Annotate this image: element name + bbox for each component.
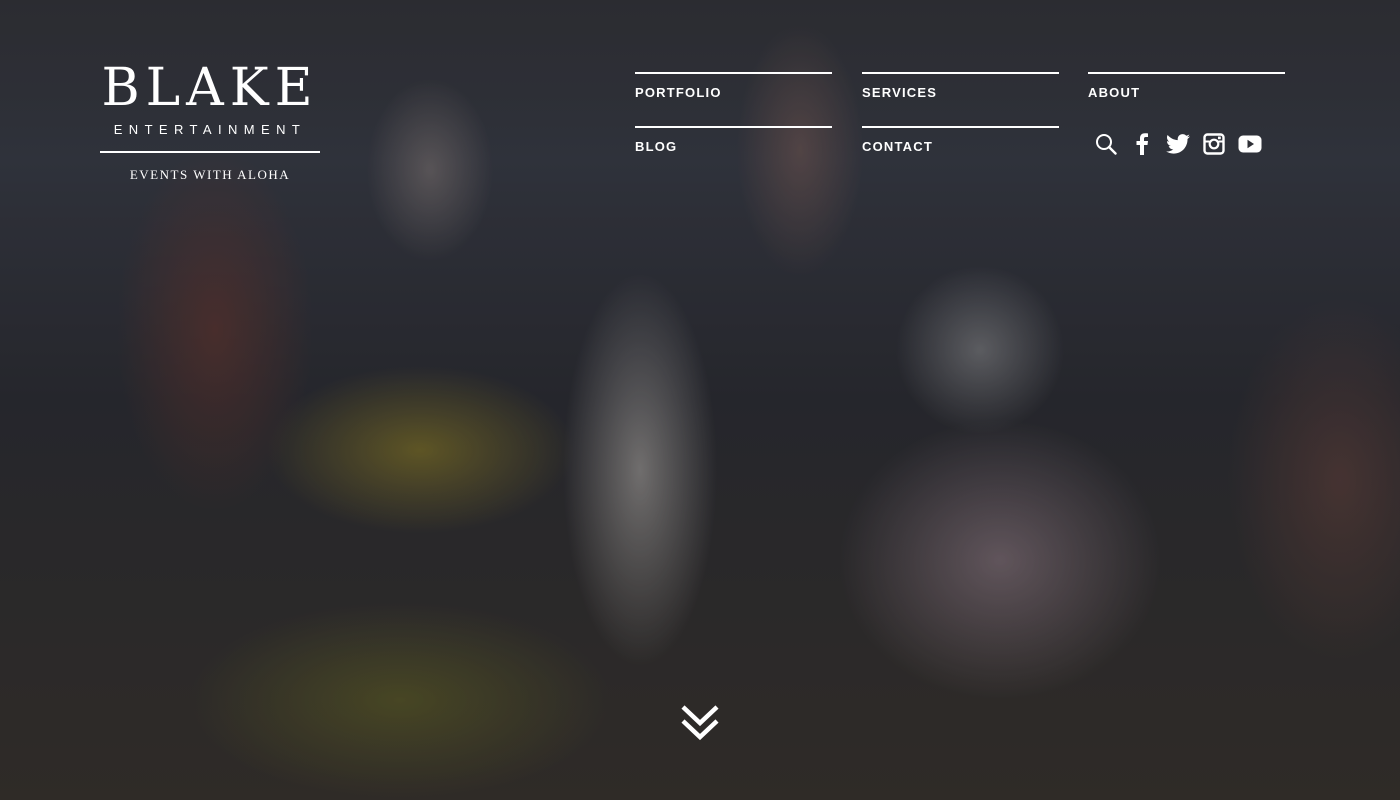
instagram-icon[interactable] [1202,132,1226,156]
nav-link-blog[interactable]: BLOG [635,126,832,154]
nav-link-contact[interactable]: CONTACT [862,126,1059,154]
double-chevron-down-icon [681,705,719,741]
twitter-icon[interactable] [1166,132,1190,156]
site-logo[interactable]: BLAKE ENTERTAINMENT EVENTS WITH ALOHA [100,62,320,183]
nav-link-services[interactable]: SERVICES [862,72,1059,100]
scroll-down-button[interactable] [680,704,720,742]
logo-tagline: EVENTS WITH ALOHA [129,167,291,182]
logo-wordmark: BLAKE [101,58,319,118]
social-icon-bar [1094,132,1274,156]
search-icon[interactable] [1094,132,1118,156]
youtube-icon[interactable] [1238,132,1262,156]
logo-divider [100,151,320,153]
logo-subtitle: ENTERTAINMENT [113,122,307,137]
nav-link-about[interactable]: ABOUT [1088,72,1285,100]
facebook-icon[interactable] [1130,132,1154,156]
nav-link-portfolio[interactable]: PORTFOLIO [635,72,832,100]
